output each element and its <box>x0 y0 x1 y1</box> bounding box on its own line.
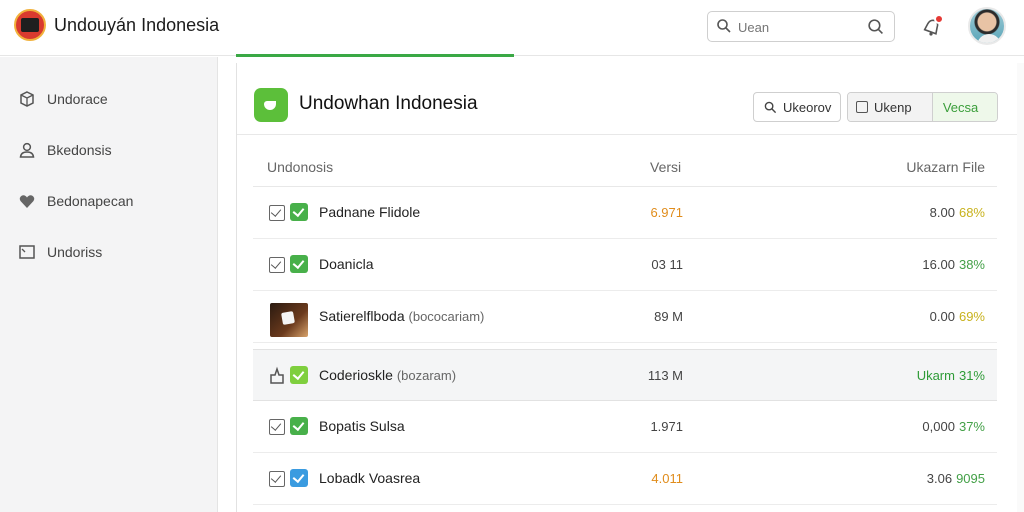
table-row[interactable]: Satierelflboda (bococariam) 89 M 0.00 69% <box>253 291 997 343</box>
row-checkbox[interactable] <box>269 205 285 221</box>
favorite-icon[interactable] <box>267 366 287 386</box>
file-size-value: 8.00 <box>929 205 955 220</box>
panel-title: Undowhan Indonesia <box>299 93 478 114</box>
panel-header: Undowhan Indonesia Ukeorov Ukenp Vecsa <box>237 63 1024 135</box>
table-row[interactable]: Bopatis Sulsa 1.971 0,000 37% <box>253 401 997 453</box>
status-check-icon <box>290 469 308 487</box>
panel-search-button[interactable]: Ukeorov <box>753 92 841 122</box>
scrollbar[interactable] <box>1017 63 1024 512</box>
file-version: 6.971 <box>650 205 683 220</box>
main-panel: Undowhan Indonesia Ukeorov Ukenp Vecsa U… <box>236 63 1024 512</box>
file-name-sub: (bozaram) <box>396 368 457 383</box>
status-check-icon <box>290 417 308 435</box>
toggle-option-right[interactable]: Vecsa <box>932 93 997 121</box>
file-size-percent: 69% <box>958 309 985 324</box>
view-toggle: Ukenp Vecsa <box>847 92 998 122</box>
file-version: 1.971 <box>650 419 683 434</box>
file-size-value: 16.00 <box>922 257 955 272</box>
square-icon <box>856 101 868 113</box>
sidebar-item-undoriss[interactable]: Undoriss <box>0 230 218 274</box>
sidebar-item-bedonapecan[interactable]: Bedonapecan <box>0 179 218 223</box>
status-check-icon <box>290 203 308 221</box>
table-row[interactable]: Coderioskle (bozaram) 113 M Ukarm 31% <box>253 349 997 401</box>
file-size: 16.00 38% <box>922 257 985 272</box>
file-size: 3.06 9095 <box>927 471 985 486</box>
toggle-option-left[interactable]: Ukenp <box>848 93 933 121</box>
user-avatar[interactable] <box>968 7 1006 45</box>
status-check-icon <box>290 366 308 384</box>
toggle-right-label: Vecsa <box>942 99 979 115</box>
sidebar-item-undorace[interactable]: Undorace <box>0 77 218 121</box>
file-size-value: 0.00 <box>929 309 955 324</box>
file-name[interactable]: Bopatis Sulsa <box>319 418 405 434</box>
sidebar-item-label: Bkedonsis <box>47 142 112 158</box>
file-size: 8.00 68% <box>930 205 985 220</box>
file-name-text: Padnane Flidole <box>319 204 421 220</box>
file-name-text: Lobadk Voasrea <box>319 470 421 486</box>
file-size-percent: 37% <box>958 419 985 434</box>
row-checkbox[interactable] <box>269 471 285 487</box>
search-input[interactable] <box>738 16 866 38</box>
file-name-text: Bopatis Sulsa <box>319 418 405 434</box>
header-search[interactable] <box>707 11 895 42</box>
search-icon <box>717 19 731 33</box>
status-check-icon <box>290 255 308 273</box>
panel-search-label: Ukeorov <box>783 99 832 115</box>
file-name[interactable]: Padnane Flidole <box>319 204 420 220</box>
file-size-value: 3.06 <box>926 471 953 486</box>
active-tab-indicator <box>236 54 514 57</box>
app-title: Undouyán Indonesia <box>54 15 220 35</box>
row-checkbox[interactable] <box>269 257 285 273</box>
file-name[interactable]: Lobadk Voasrea <box>319 470 420 486</box>
file-size-value: 0,000 <box>922 419 955 434</box>
table-row[interactable]: Lobadk Voasrea 4.011 3.06 9095 <box>253 453 997 505</box>
table-row[interactable]: Doanicla 03 11 16.00 38% <box>253 239 997 291</box>
file-version: 4.011 <box>651 471 683 486</box>
file-size-percent: 9095 <box>956 471 985 486</box>
file-version: 113 M <box>647 368 683 383</box>
panel-app-icon <box>254 88 288 122</box>
column-header-size[interactable]: Ukazarn File <box>906 159 985 175</box>
column-header-version[interactable]: Versi <box>650 159 681 175</box>
file-version: 03 11 <box>651 257 683 272</box>
sidebar-item-bkedonsis[interactable]: Bkedonsis <box>0 128 218 172</box>
window-icon <box>19 245 35 259</box>
file-name-text: Doanicla <box>319 256 374 272</box>
table-header: Undonosis Versi Ukazarn File <box>253 145 997 187</box>
file-name-text: Satierelflboda <box>319 308 405 324</box>
sidebar-item-label: Undoriss <box>47 244 103 260</box>
file-name[interactable]: Doanicla <box>319 256 373 272</box>
sidebar-item-label: Undorace <box>47 91 108 107</box>
file-size-value: Ukarm <box>916 368 955 383</box>
file-name[interactable]: Satierelflboda (bococariam) <box>319 308 484 324</box>
file-thumbnail <box>270 303 308 337</box>
file-version: 89 M <box>654 309 683 324</box>
search-icon <box>764 101 777 113</box>
file-name[interactable]: Coderioskle (bozaram) <box>319 367 456 383</box>
user-icon <box>19 142 35 158</box>
box-icon <box>20 91 34 107</box>
toggle-left-label: Ukenp <box>874 99 912 115</box>
file-size-percent: 68% <box>958 205 985 220</box>
sidebar-item-label: Bedonapecan <box>47 193 134 209</box>
file-size: Ukarm 31% <box>917 368 985 383</box>
top-bar: Undouyán Indonesia <box>0 0 1024 57</box>
file-name-sub: (bococariam) <box>408 309 485 324</box>
file-size-percent: 31% <box>958 368 985 383</box>
sidebar: Undorace Bkedonsis Bedonapecan Undoriss <box>0 57 218 512</box>
table-row[interactable]: Padnane Flidole 6.971 8.00 68% <box>253 187 997 239</box>
column-header-name[interactable]: Undonosis <box>267 159 333 175</box>
file-name-text: Coderioskle <box>319 367 393 383</box>
app-logo-icon[interactable] <box>14 9 46 41</box>
file-size: 0,000 37% <box>922 419 985 434</box>
heart-icon <box>19 195 35 208</box>
search-submit-icon[interactable] <box>867 18 884 35</box>
notification-badge <box>934 14 944 24</box>
file-size-percent: 38% <box>958 257 985 272</box>
row-checkbox[interactable] <box>269 419 285 435</box>
file-size: 0.00 69% <box>930 309 985 324</box>
